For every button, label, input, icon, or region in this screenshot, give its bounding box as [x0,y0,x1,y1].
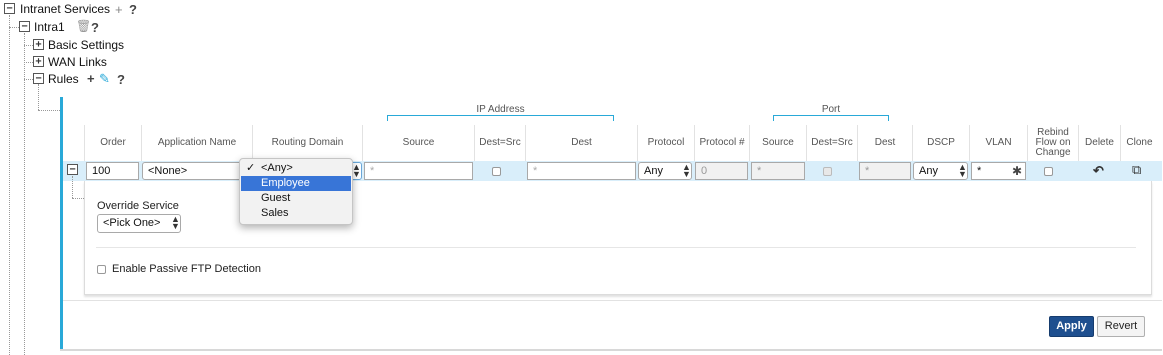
col-header-clone: Clone [1120,125,1158,161]
collapse-rules-icon[interactable]: − [33,73,44,84]
updown-icon: ▲ ▼ [682,162,691,179]
port-group-bracket [773,115,889,121]
tree-item-intranet-services[interactable]: Intranet Services [20,2,110,16]
help-icon[interactable]: ? [129,3,137,16]
port-group-label: Port [821,104,841,115]
col-header-port-dest: Dest [857,125,912,161]
col-header-protocol-number: Protocol # [694,125,749,161]
collapse-intranet-services-icon[interactable]: − [4,3,15,14]
col-header-routing-domain: Routing Domain [252,125,362,161]
updown-icon: ▲ ▼ [958,162,967,179]
undo-icon[interactable]: ↶ [1093,163,1104,179]
expand-basic-settings-icon[interactable]: + [33,39,44,50]
panel-bottom-border [60,349,1162,351]
col-header-dscp: DSCP [912,125,969,161]
protocol-select[interactable]: Any ▲ ▼ [638,162,692,180]
ip-address-group-bracket [387,115,614,121]
tree-item-basic-settings[interactable]: Basic Settings [48,38,124,52]
col-header-port-dest-src: Dest=Src [806,125,857,161]
col-header-application-name: Application Name [141,125,252,161]
pencil-icon[interactable]: ✎ [99,72,110,85]
updown-icon: ▲ ▼ [171,214,180,231]
asterisk-icon: ✱ [1011,164,1022,178]
expand-wan-links-icon[interactable]: + [33,56,44,67]
col-header-protocol: Protocol [637,125,694,161]
tree-item-rules[interactable]: Rules [48,72,79,86]
details-divider [96,247,1136,248]
col-header-delete: Delete [1078,125,1120,161]
protocol-value: Any [644,165,663,177]
rebind-flow-checkbox[interactable] [1044,167,1053,176]
override-service-value: <Pick One> [103,217,161,229]
port-source-input: * [751,162,805,180]
col-header-vlan: VLAN [969,125,1027,161]
dscp-value: Any [919,165,938,177]
help-icon[interactable]: ? [117,73,125,86]
col-header-order: Order [84,125,141,161]
add-icon[interactable]: + [115,3,123,16]
add-rule-icon[interactable]: + [87,72,95,85]
actions-divider [63,300,1162,301]
routing-domain-dropdown-menu: ✓ <Any> Employee Guest Sales [239,158,353,225]
ip-dest-input[interactable]: * [527,162,636,180]
ip-address-group-label: IP Address [476,104,525,115]
ip-source-input[interactable]: * [364,162,473,180]
trash-icon[interactable]: 🗑 [76,20,91,33]
override-service-label: Override Service [97,200,179,212]
checkmark-icon: ✓ [246,162,256,174]
clone-icon[interactable]: ⧉ [1132,162,1141,178]
col-header-rebind: Rebind Flow on Change [1027,125,1078,161]
help-icon[interactable]: ? [91,21,99,34]
col-header-ip-dest: Dest [525,125,637,161]
application-name-value: <None> [148,165,188,177]
collapse-intra1-icon[interactable]: − [19,21,30,32]
vlan-value: * [977,165,982,177]
protocol-number-input: 0 [695,162,748,180]
passive-ftp-label: Enable Passive FTP Detection [112,263,261,275]
dropdown-option-employee[interactable]: Employee [241,176,351,191]
vlan-input[interactable]: * ✱ [971,162,1026,180]
passive-ftp-checkbox[interactable] [97,265,106,274]
application-name-select[interactable]: <None> [142,162,252,180]
dropdown-option-sales[interactable]: Sales [241,206,351,221]
revert-button[interactable]: Revert [1097,316,1145,337]
collapse-row-icon[interactable]: − [67,164,78,175]
port-dest-equals-src-checkbox [823,167,832,176]
col-header-ip-dest-src: Dest=Src [474,125,525,161]
port-dest-input: * [859,162,911,180]
override-service-select[interactable]: <Pick One> ▲ ▼ [97,214,181,233]
dropdown-option-guest[interactable]: Guest [241,191,351,206]
col-header-ip-source: Source [362,125,474,161]
tree-item-intra1[interactable]: Intra1 [34,20,65,34]
ip-dest-equals-src-checkbox[interactable] [492,167,501,176]
order-input[interactable]: 100 [86,162,139,180]
apply-button[interactable]: Apply [1049,316,1094,337]
col-header-port-source: Source [749,125,806,161]
dscp-select[interactable]: Any ▲ ▼ [913,162,968,180]
dropdown-option-any[interactable]: ✓ <Any> [241,161,351,176]
tree-item-wan-links[interactable]: WAN Links [48,55,107,69]
